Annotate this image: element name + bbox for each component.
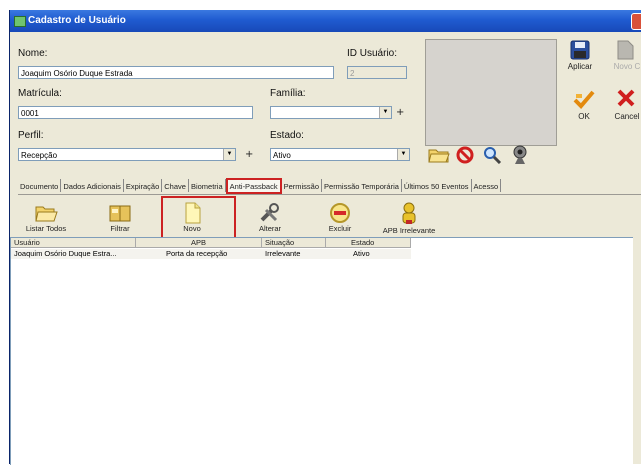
tab-ultimos-eventos[interactable]: Últimos 50 Eventos: [402, 179, 472, 192]
save-icon: [570, 40, 590, 60]
zoom-icon[interactable]: [482, 146, 502, 165]
cancelar-button[interactable]: Cancel: [610, 112, 641, 121]
folder-icon[interactable]: [428, 146, 450, 164]
aplicar-button[interactable]: Aplicar: [563, 62, 597, 71]
perfil-label: Perfil:: [18, 130, 44, 141]
estado-select[interactable]: Ativo ▼: [270, 148, 410, 161]
user-photo[interactable]: [425, 39, 557, 146]
column-header-situacao[interactable]: Situação: [262, 238, 326, 248]
person-badge-icon: [397, 202, 421, 226]
add-perfil-button[interactable]: +: [245, 149, 253, 160]
tab-expiracao[interactable]: Expiração: [124, 179, 163, 192]
tab-permissao-temporaria[interactable]: Permissão Temporária: [322, 179, 402, 192]
chevron-down-icon[interactable]: ▼: [397, 149, 409, 160]
tab-documento[interactable]: Documento: [18, 179, 62, 192]
new-document-icon: [615, 40, 635, 60]
excluir-button[interactable]: Excluir: [318, 202, 362, 233]
tab-anti-passback[interactable]: Anti-Passback: [225, 178, 282, 194]
alterar-button[interactable]: Alterar: [248, 202, 292, 233]
listar-todos-label: Listar Todos: [25, 224, 67, 233]
id-usuario-label: ID Usuário:: [347, 48, 398, 59]
listar-todos-button[interactable]: Listar Todos: [20, 202, 72, 233]
novo-cadastro-button[interactable]: Novo C: [610, 62, 641, 71]
column-header-apb[interactable]: APB: [136, 238, 262, 248]
app-icon: [14, 16, 26, 27]
close-window-button[interactable]: [631, 13, 641, 30]
cell-situacao: Irrelevante: [262, 249, 326, 259]
wrench-tools-icon: [258, 202, 282, 224]
nome-field[interactable]: Joaquim Osório Duque Estrada: [18, 66, 334, 79]
cell-usuario: Joaquim Osório Duque Estra...: [11, 249, 136, 259]
familia-select[interactable]: ▼: [270, 106, 392, 119]
tab-dados-adicionais[interactable]: Dados Adicionais: [61, 179, 124, 192]
anti-passback-table: Usuário APB Situação Estado Joaquim Osór…: [10, 237, 633, 465]
cancel-x-icon: [616, 88, 636, 108]
tab-permissao[interactable]: Permissão: [282, 179, 323, 192]
add-familia-button[interactable]: +: [396, 107, 404, 118]
matricula-label: Matrícula:: [18, 88, 62, 99]
matricula-field[interactable]: 0001: [18, 106, 253, 119]
prohibit-icon[interactable]: [456, 146, 474, 164]
tab-acesso[interactable]: Acesso: [472, 179, 502, 192]
excluir-label: Excluir: [328, 224, 352, 233]
chevron-down-icon[interactable]: ▼: [223, 149, 235, 160]
estado-value: Ativo: [273, 151, 291, 160]
familia-label: Família:: [270, 88, 306, 99]
chevron-down-icon[interactable]: ▼: [379, 107, 391, 118]
filtrar-button[interactable]: Filtrar: [98, 202, 142, 233]
book-filter-icon: [108, 202, 132, 224]
filtrar-label: Filtrar: [110, 224, 130, 233]
estado-label: Estado:: [270, 130, 304, 141]
id-usuario-field: 2: [347, 66, 407, 79]
ok-check-icon: [573, 88, 595, 110]
column-header-estado[interactable]: Estado: [326, 238, 411, 248]
apb-irrelevante-label: APB Irrelevante: [382, 226, 436, 235]
tab-biometria[interactable]: Biometria: [189, 179, 226, 192]
ok-button[interactable]: OK: [570, 112, 598, 121]
tab-chave[interactable]: Chave: [162, 179, 189, 192]
nome-label: Nome:: [18, 48, 48, 59]
title-bar[interactable]: Cadastro de Usuário: [10, 10, 641, 32]
tab-strip: Documento Dados Adicionais Expiração Chave B…: [18, 178, 641, 195]
alterar-label: Alterar: [258, 224, 282, 233]
cell-apb: Porta da recepção: [136, 249, 262, 259]
apb-irrelevante-button[interactable]: APB Irrelevante: [374, 202, 444, 235]
perfil-select[interactable]: Recepção ▼: [18, 148, 236, 161]
folder-open-icon: [34, 202, 58, 224]
column-header-usuario[interactable]: Usuário: [11, 238, 136, 248]
webcam-icon[interactable]: [510, 144, 530, 166]
minus-circle-icon: [328, 202, 352, 224]
cell-estado: Ativo: [326, 249, 411, 259]
perfil-value: Recepção: [21, 151, 58, 160]
window-title: Cadastro de Usuário: [28, 15, 126, 26]
